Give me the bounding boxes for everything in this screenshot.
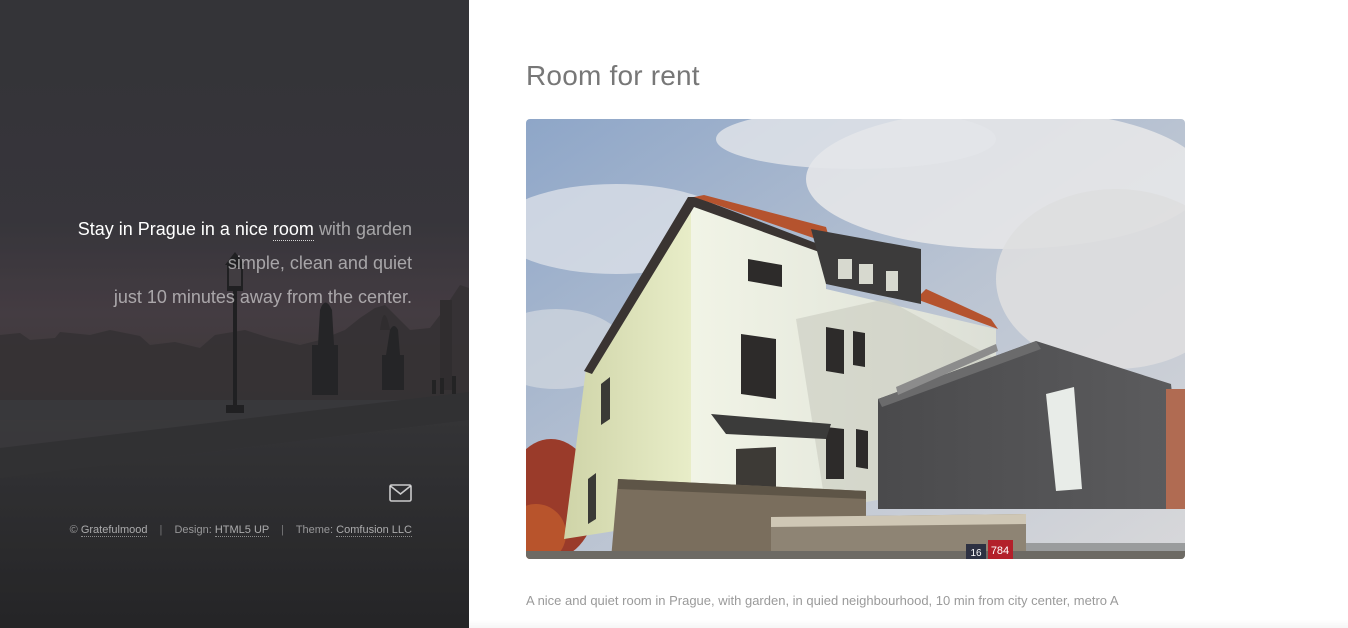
header-panel: Stay in Prague in a nice room with garde… <box>0 0 469 628</box>
content-fade-edge <box>469 620 1348 628</box>
credits-separator: | <box>281 524 284 536</box>
tagline-line-2: simple, clean and quiet <box>227 253 412 273</box>
house-photo-illustration: 16 784 <box>526 119 1185 559</box>
house-photo: 16 784 <box>526 119 1185 559</box>
tagline-line-1: Stay in Prague in a nice room with garde… <box>78 212 412 246</box>
page-title: Room for rent <box>526 60 700 91</box>
design-label: Design: <box>174 524 212 536</box>
intro-tagline: Stay in Prague in a nice room with garde… <box>78 212 412 314</box>
room-description: A nice and quiet room in Prague, with ga… <box>526 593 1119 608</box>
main-content: Room for rent 16 784 A nice and quiet ro… <box>469 0 1348 628</box>
theme-label: Theme: <box>295 524 334 536</box>
tagline-line-3: just 10 minutes away from the center. <box>113 287 412 307</box>
tagline-garden-text: with garden <box>318 219 412 239</box>
copyright-owner-link[interactable]: Gratefulmood <box>80 524 148 537</box>
footer-credits: © Gratefulmood | Design: HTML5 UP | Them… <box>69 524 412 537</box>
theme-credit-link[interactable]: Comfusion LLC <box>336 524 412 537</box>
envelope-icon[interactable] <box>389 484 412 502</box>
house-number-left: 16 <box>970 548 982 559</box>
credits-separator: | <box>159 524 163 536</box>
tagline-stay-text: Stay in Prague in a nice <box>77 219 268 239</box>
house-number-right: 784 <box>991 545 1009 557</box>
design-credit-link[interactable]: HTML5 UP <box>214 524 270 537</box>
room-link[interactable]: room <box>272 219 314 241</box>
copyright-symbol: © <box>69 524 78 536</box>
